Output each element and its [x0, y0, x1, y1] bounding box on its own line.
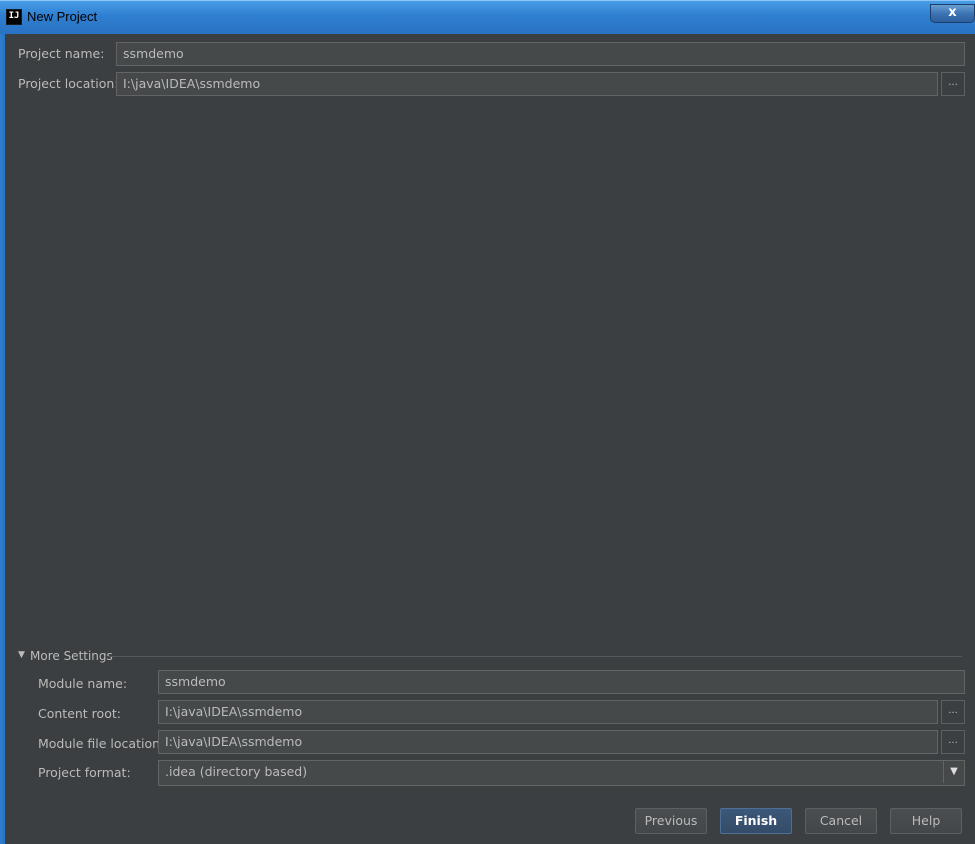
- project-name-input[interactable]: ssmdemo: [116, 42, 965, 66]
- finish-button[interactable]: Finish: [720, 808, 792, 834]
- previous-button[interactable]: Previous: [635, 808, 707, 834]
- ellipsis-icon: ...: [948, 77, 958, 88]
- ellipsis-icon: ...: [948, 705, 958, 716]
- project-format-value: .idea (directory based): [165, 764, 308, 779]
- cancel-button[interactable]: Cancel: [805, 808, 877, 834]
- more-settings-toggle[interactable]: ▼ More Settings: [18, 648, 962, 666]
- separator-line: [108, 656, 962, 657]
- project-name-label: Project name:: [18, 46, 105, 61]
- project-location-label: Project location:: [18, 76, 119, 91]
- close-button[interactable]: x: [930, 4, 975, 23]
- module-name-label: Module name:: [38, 676, 128, 691]
- content-root-input[interactable]: I:\java\IDEA\ssmdemo: [158, 700, 938, 724]
- module-file-location-input[interactable]: I:\java\IDEA\ssmdemo: [158, 730, 938, 754]
- module-file-location-label: Module file location:: [38, 736, 165, 751]
- more-settings-label: More Settings: [30, 649, 113, 663]
- triangle-down-icon: ▼: [18, 650, 25, 660]
- content-root-label: Content root:: [38, 706, 121, 721]
- module-name-input[interactable]: ssmdemo: [158, 670, 965, 694]
- intellij-app-icon: IJ: [7, 10, 21, 24]
- project-location-input[interactable]: I:\java\IDEA\ssmdemo: [116, 72, 938, 96]
- project-location-browse-button[interactable]: ...: [941, 72, 965, 96]
- title-bar[interactable]: IJ New Project x: [0, 0, 975, 34]
- chevron-down-icon[interactable]: ▼: [943, 761, 964, 783]
- module-file-location-browse-button[interactable]: ...: [941, 730, 965, 754]
- window-title: New Project: [27, 9, 98, 24]
- close-icon: x: [948, 5, 957, 20]
- title-bar-highlight: [0, 0, 975, 1]
- project-format-select[interactable]: .idea (directory based) ▼: [158, 760, 965, 786]
- ellipsis-icon: ...: [948, 735, 958, 746]
- project-format-label: Project format:: [38, 765, 131, 780]
- content-root-browse-button[interactable]: ...: [941, 700, 965, 724]
- dialog-content: Project name: ssmdemo Project location: …: [5, 34, 975, 844]
- help-button[interactable]: Help: [890, 808, 962, 834]
